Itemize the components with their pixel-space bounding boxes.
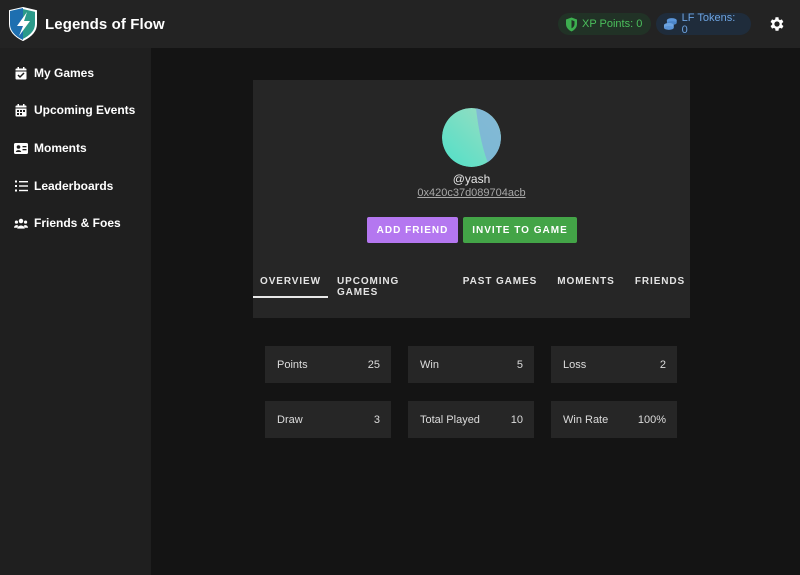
users-icon [14,216,28,230]
sidebar-item-moments[interactable]: Moments [0,133,151,163]
stat-value: 3 [373,413,380,426]
stat-loss: Loss 2 [551,346,677,383]
calendar-icon [14,103,28,117]
stat-value: 5 [516,358,523,371]
stat-value: 100% [637,413,666,426]
brand[interactable]: Legends of Flow [7,7,165,41]
profile-tabs: OVERVIEW UPCOMING GAMES PAST GAMES MOMEN… [253,268,690,298]
tab-moments[interactable]: MOMENTS [554,268,618,298]
sidebar-item-label: Upcoming Events [34,103,136,117]
tab-past-games[interactable]: PAST GAMES [462,268,538,298]
sidebar-item-leaderboards[interactable]: Leaderboards [0,171,151,201]
sidebar-item-label: Friends & Foes [34,216,121,230]
lightning-shield-logo-icon [9,7,37,41]
coins-icon [663,18,677,30]
sidebar-item-friends-foes[interactable]: Friends & Foes [0,208,151,238]
stat-points: Points 25 [265,346,391,383]
stat-label: Loss [563,358,587,371]
stat-value: 2 [659,358,666,371]
sidebar-item-label: Leaderboards [34,179,114,193]
profile-card: @yash 0x420c37d089704acb ADD FRIEND INVI… [253,80,690,318]
stat-win: Win 5 [408,346,534,383]
sidebar-item-label: My Games [34,66,95,80]
tab-friends[interactable]: FRIENDS [634,268,686,298]
add-friend-button[interactable]: ADD FRIEND [367,217,458,243]
tab-overview[interactable]: OVERVIEW [253,268,328,298]
stat-win-rate: Win Rate 100% [551,401,677,438]
avatar [442,108,501,167]
stat-value: 10 [510,413,523,426]
id-card-icon [14,141,28,155]
stat-value: 25 [367,358,380,371]
stat-draw: Draw 3 [265,401,391,438]
shield-icon [566,17,577,31]
stat-label: Win Rate [563,413,609,426]
stat-label: Win [420,358,439,371]
calendar-check-icon [14,66,28,80]
invite-to-game-button[interactable]: INVITE TO GAME [463,217,577,243]
xp-points-label: XP Points: 0 [582,18,643,30]
xp-points-badge[interactable]: XP Points: 0 [558,13,651,35]
list-ol-icon [14,179,28,193]
sidebar-item-label: Moments [34,141,87,155]
stat-label: Draw [277,413,303,426]
gear-icon[interactable] [768,15,786,33]
stat-label: Total Played [420,413,480,426]
lf-tokens-label: LF Tokens: 0 [681,12,736,36]
brand-title: Legends of Flow [45,15,165,33]
stat-label: Points [277,358,308,371]
sidebar-item-my-games[interactable]: My Games [0,58,151,88]
lf-tokens-badge[interactable]: LF Tokens: 0 [656,12,751,36]
sidebar: My Games Upcoming Events Moments Leaderb… [0,48,151,575]
tab-upcoming-games[interactable]: UPCOMING GAMES [337,268,442,298]
stat-total-played: Total Played 10 [408,401,534,438]
top-bar: Legends of Flow XP Points: 0 LF Tokens: … [0,0,800,48]
wallet-address-link[interactable]: 0x420c37d089704acb [253,187,690,199]
username: @yash [452,172,491,186]
sidebar-item-upcoming-events[interactable]: Upcoming Events [0,95,151,125]
